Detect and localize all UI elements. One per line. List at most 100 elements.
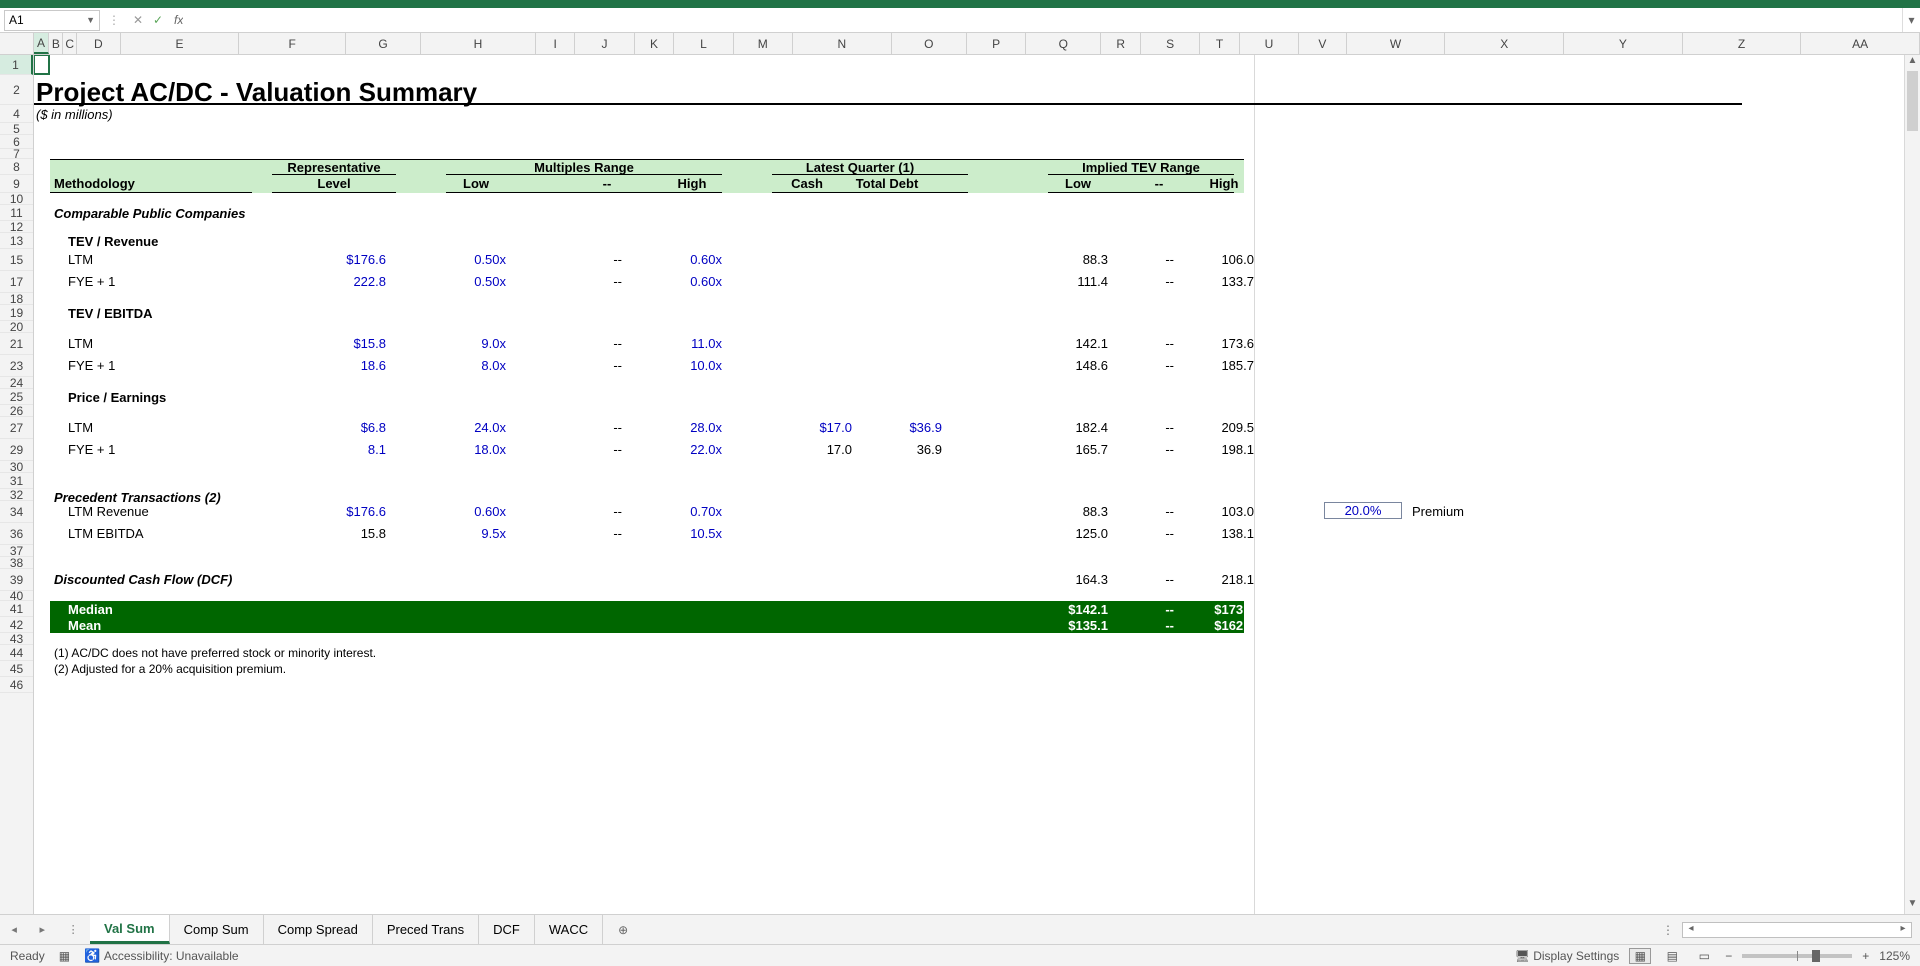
col-header-F[interactable]: F [239,33,346,54]
sheet-tab-preced-trans[interactable]: Preced Trans [373,915,479,944]
col-header-AA[interactable]: AA [1801,33,1920,54]
row-header-9[interactable]: 9 [0,175,33,193]
col-header-E[interactable]: E [121,33,240,54]
row-header-21[interactable]: 21 [0,333,33,355]
col-header-Y[interactable]: Y [1564,33,1683,54]
row-header-36[interactable]: 36 [0,523,33,545]
cancel-formula-icon[interactable]: ✕ [128,13,148,27]
col-header-P[interactable]: P [967,33,1026,54]
scroll-left-icon[interactable]: ◂ [1683,923,1699,937]
premium-input[interactable]: 20.0% [1324,502,1402,519]
row-header-40[interactable]: 40 [0,591,33,601]
row-header-17[interactable]: 17 [0,271,33,293]
row-header-5[interactable]: 5 [0,123,33,135]
col-header-T[interactable]: T [1200,33,1240,54]
row-header-18[interactable]: 18 [0,293,33,305]
row-header-1[interactable]: 1 [0,55,33,75]
row-header-2[interactable]: 2 [0,75,33,105]
row-header-38[interactable]: 38 [0,557,33,569]
row-header-44[interactable]: 44 [0,645,33,661]
zoom-slider[interactable] [1742,954,1852,958]
col-header-H[interactable]: H [421,33,536,54]
col-header-S[interactable]: S [1141,33,1200,54]
row-header-24[interactable]: 24 [0,377,33,389]
sheet-tab-wacc[interactable]: WACC [535,915,603,944]
display-settings-button[interactable]: 🖥 Display Settings [1515,949,1620,963]
ihigh-tev_rev_fye: 133.7 [1184,274,1254,289]
row-header-27[interactable]: 27 [0,417,33,439]
col-header-Z[interactable]: Z [1683,33,1802,54]
accessibility-status[interactable]: ♿ Accessibility: Unavailable [84,948,239,964]
row-header-30[interactable]: 30 [0,461,33,473]
select-all-corner[interactable] [0,33,34,54]
zoom-in-button[interactable]: + [1862,949,1869,963]
vertical-scrollbar[interactable]: ▲ ▼ [1904,55,1920,914]
scroll-down-icon[interactable]: ▼ [1905,898,1920,914]
row-header-34[interactable]: 34 [0,501,33,523]
tab-prev-icon[interactable]: ▸ [36,923,48,936]
row-header-15[interactable]: 15 [0,249,33,271]
col-header-M[interactable]: M [734,33,793,54]
col-header-B[interactable]: B [49,33,63,54]
view-normal-icon[interactable]: ▦ [1629,948,1651,964]
row-header-26[interactable]: 26 [0,405,33,417]
col-header-L[interactable]: L [674,33,733,54]
col-header-N[interactable]: N [793,33,892,54]
col-header-Q[interactable]: Q [1026,33,1101,54]
row-header-43[interactable]: 43 [0,633,33,645]
sheet-tab-val-sum[interactable]: Val Sum [90,915,170,944]
row-header-13[interactable]: 13 [0,233,33,249]
scroll-right-icon[interactable]: ▸ [1895,923,1911,937]
tab-menu-icon[interactable]: ⋮ [65,923,82,936]
tabbar-dots[interactable]: ⋮ [1662,923,1676,937]
col-header-O[interactable]: O [892,33,967,54]
row-header-4[interactable]: 4 [0,105,33,123]
row-header-20[interactable]: 20 [0,321,33,333]
row-header-46[interactable]: 46 [0,677,33,693]
cell-grid[interactable]: ▲ ▼ Project AC/DC - Valuation Summary($ … [34,55,1920,914]
col-header-K[interactable]: K [635,33,675,54]
row-header-23[interactable]: 23 [0,355,33,377]
vscroll-thumb[interactable] [1907,71,1918,131]
row-header-45[interactable]: 45 [0,661,33,677]
tab-first-icon[interactable]: ◂ [8,923,20,936]
horizontal-scrollbar[interactable]: ◂ ▸ [1682,922,1912,938]
row-header-29[interactable]: 29 [0,439,33,461]
col-header-C[interactable]: C [63,33,77,54]
zoom-level[interactable]: 125% [1879,949,1910,963]
row-header-10[interactable]: 10 [0,193,33,205]
name-box[interactable]: A1 ▼ [4,10,100,31]
col-header-U[interactable]: U [1240,33,1299,54]
col-header-I[interactable]: I [536,33,576,54]
row-header-7[interactable]: 7 [0,149,33,159]
scroll-up-icon[interactable]: ▲ [1905,55,1920,71]
sheet-tab-comp-sum[interactable]: Comp Sum [170,915,264,944]
col-header-J[interactable]: J [575,33,634,54]
tab-nav-buttons[interactable]: ◂ ▸ ⋮ [0,915,90,944]
formula-input[interactable] [183,10,1902,31]
macro-record-icon[interactable]: ▦ [59,949,70,963]
name-box-dropdown-icon[interactable]: ▼ [86,15,95,25]
col-header-A[interactable]: A [34,33,50,54]
row-header-32[interactable]: 32 [0,489,33,501]
add-sheet-button[interactable]: ⊕ [603,915,643,944]
fx-label[interactable]: fx [174,13,183,27]
col-header-G[interactable]: G [346,33,421,54]
row-header-8[interactable]: 8 [0,159,33,175]
formula-expand-icon[interactable]: ▾ [1902,8,1920,32]
sheet-tab-dcf[interactable]: DCF [479,915,535,944]
col-header-X[interactable]: X [1445,33,1564,54]
row-header-41[interactable]: 41 [0,601,33,617]
row-header-12[interactable]: 12 [0,221,33,233]
view-page-break-icon[interactable]: ▭ [1693,948,1715,964]
active-cell[interactable] [34,55,50,75]
col-header-W[interactable]: W [1347,33,1446,54]
col-header-R[interactable]: R [1101,33,1141,54]
view-page-layout-icon[interactable]: ▤ [1661,948,1683,964]
accept-formula-icon[interactable]: ✓ [148,13,168,27]
rep-pe_ltm: $6.8 [242,420,386,435]
col-header-D[interactable]: D [77,33,121,54]
zoom-out-button[interactable]: − [1725,949,1732,963]
sheet-tab-comp-spread[interactable]: Comp Spread [264,915,373,944]
col-header-V[interactable]: V [1299,33,1346,54]
